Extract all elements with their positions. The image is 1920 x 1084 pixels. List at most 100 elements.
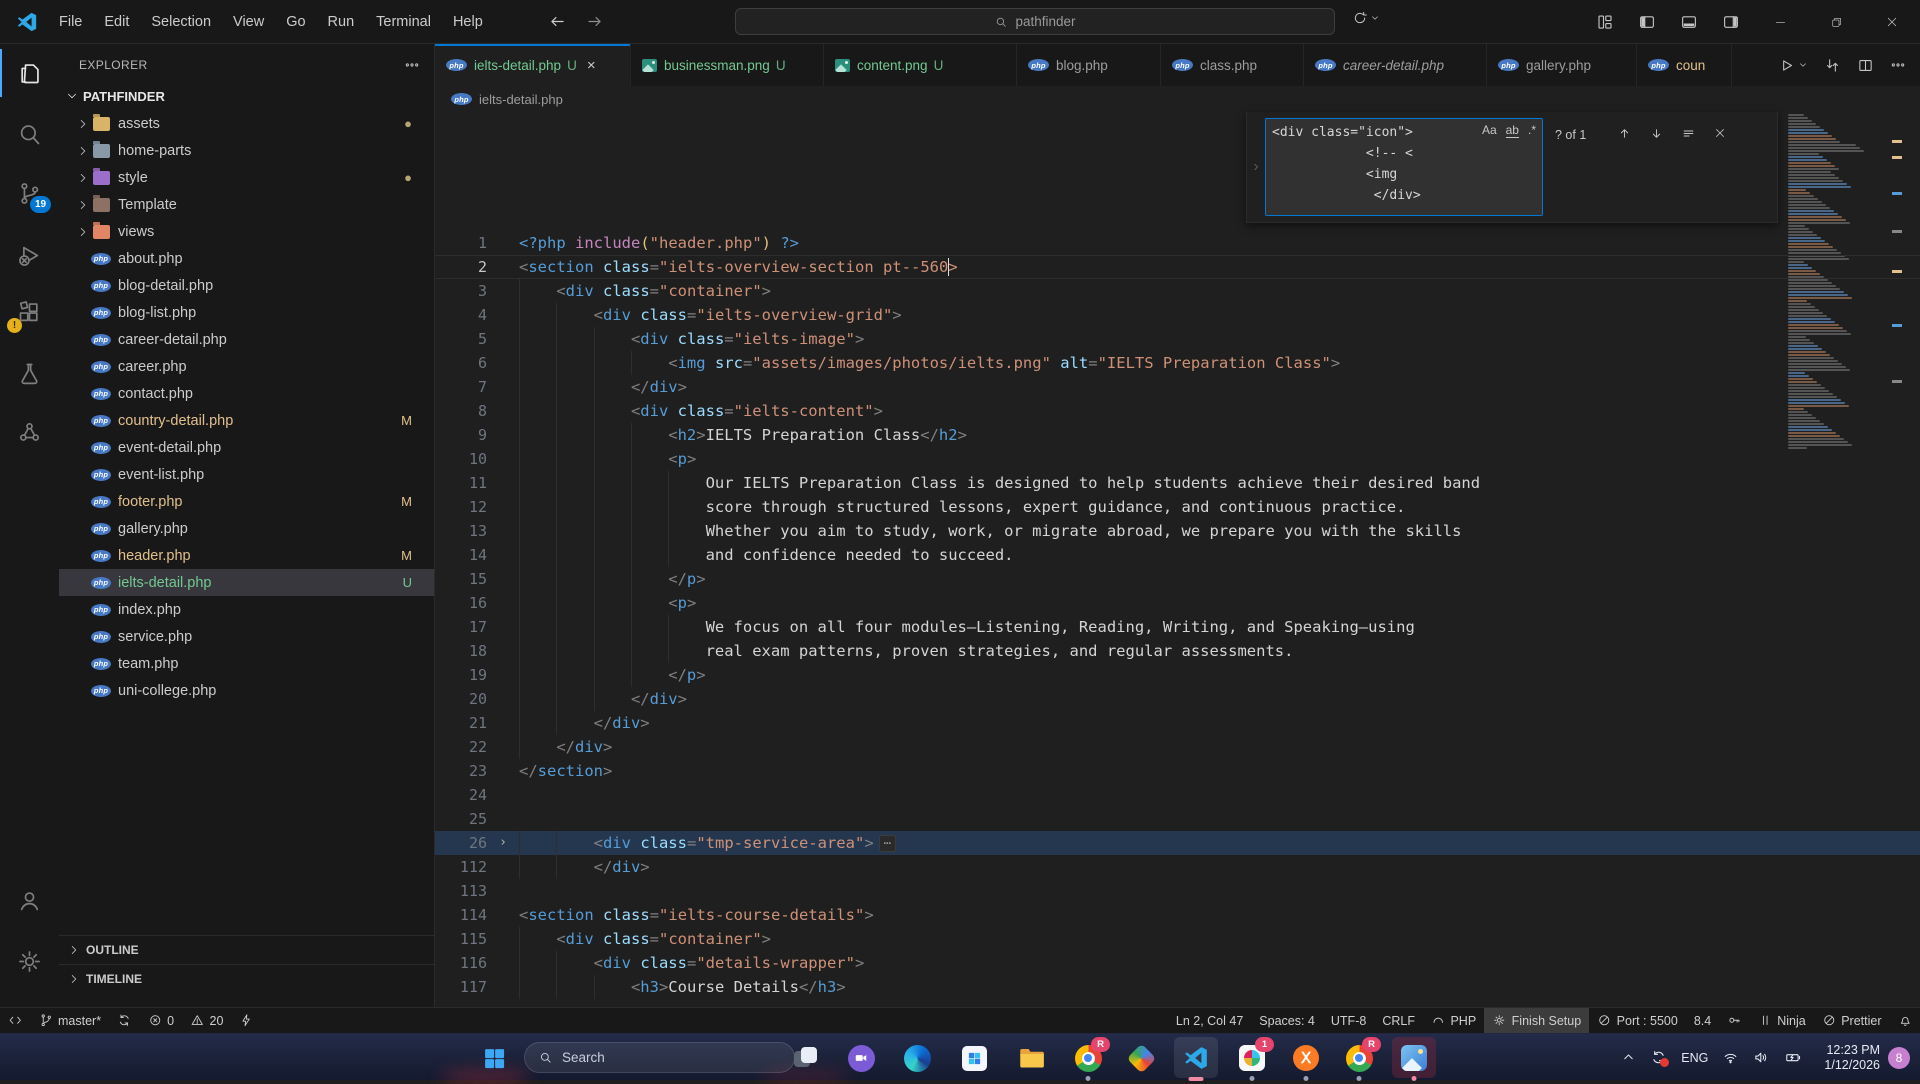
tray-chevron-up-icon[interactable] [1621,1050,1636,1065]
tree-item-index.php[interactable]: phpindex.php [59,596,434,623]
activity-references[interactable] [0,408,59,456]
menu-help[interactable]: Help [442,8,494,36]
tree-item-Template[interactable]: Template [59,191,434,218]
battery-icon[interactable] [1784,1049,1803,1066]
status-finish-setup[interactable]: Finish Setup [1484,1008,1589,1033]
taskbar-app-slack[interactable]: 1 [1235,1041,1269,1075]
status-bell[interactable] [1890,1008,1920,1033]
volume-icon[interactable] [1753,1049,1770,1066]
status-php[interactable]: PHP [1423,1008,1484,1033]
tree-item-footer.php[interactable]: phpfooter.phpM [59,488,434,515]
toggle-secondary-sidebar-icon[interactable] [1722,13,1740,31]
section-outline[interactable]: OUTLINE [59,935,434,964]
tree-item-uni-college.php[interactable]: phpuni-college.php [59,677,434,704]
activity-source-control[interactable]: 19 [0,169,59,217]
tree-item-team.php[interactable]: phpteam.php [59,650,434,677]
wifi-icon[interactable] [1722,1049,1739,1066]
open-changes-icon[interactable] [1824,57,1841,74]
next-match-icon[interactable] [1649,126,1664,141]
tree-item-service.php[interactable]: phpservice.php [59,623,434,650]
tree-item-country-detail.php[interactable]: phpcountry-detail.phpM [59,407,434,434]
tree-item-career-detail.php[interactable]: phpcareer-detail.php [59,326,434,353]
activity-extensions[interactable]: ! [0,288,59,336]
status-remote[interactable] [0,1008,31,1033]
activity-account[interactable] [0,876,59,924]
toggle-sidebar-icon[interactable] [1638,13,1656,31]
start-button[interactable] [477,1041,511,1075]
tree-item-style[interactable]: style● [59,164,434,191]
tree-item-blog-list.php[interactable]: phpblog-list.php [59,299,434,326]
regex-icon[interactable]: .* [1528,123,1536,138]
taskbar-app-ai-diamond[interactable] [1124,1041,1158,1075]
menu-file[interactable]: File [48,8,93,36]
tree-item-views[interactable]: views [59,218,434,245]
toggle-replace-chevron-icon[interactable] [1247,112,1265,222]
tree-item-assets[interactable]: assets● [59,110,434,137]
tree-item-career.php[interactable]: phpcareer.php [59,353,434,380]
taskbar-app-task-view[interactable] [789,1041,823,1075]
code-editor[interactable]: 1 <?php include("header.php") ?> 2 <sect… [435,112,1920,1007]
taskbar-app-xampp[interactable]: ꓫ [1289,1041,1323,1075]
status-master-[interactable]: master* [31,1008,110,1033]
clock[interactable]: 12:23 PM 1/12/2026 [1824,1043,1880,1073]
explorer-more-actions-icon[interactable] [404,57,420,73]
sync-button[interactable] [1352,10,1380,26]
status-0[interactable]: 0 [140,1008,182,1033]
taskbar-app-photos[interactable] [1397,1041,1431,1075]
status-spaces-4[interactable]: Spaces: 4 [1251,1008,1323,1033]
status-prettier[interactable]: Prettier [1814,1008,1890,1033]
menu-selection[interactable]: Selection [140,8,222,36]
run-dropdown-chevron-icon[interactable] [1798,60,1808,70]
run-code-icon[interactable] [1778,57,1795,74]
tab-blog.php[interactable]: phpblog.php [1017,44,1161,86]
breadcrumb[interactable]: php ielts-detail.php [435,86,1920,112]
status-ln-2-col-47[interactable]: Ln 2, Col 47 [1168,1008,1251,1033]
restore-button[interactable] [1808,0,1864,44]
project-root-row[interactable]: PATHFINDER [59,82,434,110]
previous-match-icon[interactable] [1617,126,1632,141]
menu-view[interactable]: View [222,8,275,36]
activity-run-debug[interactable] [0,231,59,279]
split-editor-icon[interactable] [1857,57,1874,74]
taskbar-app-edge[interactable] [900,1041,934,1075]
tree-item-home-parts[interactable]: home-parts [59,137,434,164]
tab-coun[interactable]: phpcoun [1637,44,1732,86]
onedrive-sync-icon[interactable] [1650,1049,1667,1066]
activity-search[interactable] [0,110,59,158]
tab-class.php[interactable]: phpclass.php [1161,44,1304,86]
tree-item-gallery.php[interactable]: phpgallery.php [59,515,434,542]
taskbar-app-chrome[interactable]: R [1071,1041,1105,1075]
tree-item-contact.php[interactable]: phpcontact.php [59,380,434,407]
language-indicator[interactable]: ENG [1681,1051,1708,1065]
taskbar-app-chat[interactable] [844,1041,878,1075]
taskbar-app-store[interactable] [957,1041,991,1075]
status-port-5500[interactable]: Port : 5500 [1589,1008,1686,1033]
customize-layout-icon[interactable] [1596,13,1614,31]
menu-terminal[interactable]: Terminal [365,8,442,36]
more-actions-icon[interactable] [1890,57,1906,73]
status-utf-8[interactable]: UTF-8 [1323,1008,1374,1033]
taskbar-search[interactable]: Search [524,1042,795,1073]
menu-edit[interactable]: Edit [93,8,140,36]
status-bolt[interactable] [231,1008,262,1033]
activity-explorer[interactable] [0,49,59,97]
activity-settings[interactable] [0,937,59,985]
taskbar-app-chrome-2[interactable]: R [1342,1041,1376,1075]
status-8-4[interactable]: 8.4 [1686,1008,1719,1033]
whole-word-icon[interactable]: ab [1506,123,1519,138]
close-window-button[interactable] [1864,0,1920,44]
menu-go[interactable]: Go [275,8,316,36]
find-in-selection-icon[interactable] [1681,126,1696,141]
close-find-icon[interactable] [1713,126,1727,140]
toggle-panel-icon[interactable] [1680,13,1698,31]
status-crlf[interactable]: CRLF [1374,1008,1423,1033]
status-sync[interactable] [109,1008,140,1033]
tree-item-ielts-detail.php[interactable]: phpielts-detail.phpU [59,569,434,596]
nav-back-icon[interactable] [548,12,567,31]
tab-ielts-detail.php[interactable]: phpielts-detail.php U × [435,44,631,86]
status-20[interactable]: 20 [182,1008,231,1033]
close-tab-icon[interactable]: × [587,57,596,74]
menu-run[interactable]: Run [317,8,366,36]
minimize-button[interactable] [1752,0,1808,44]
section-timeline[interactable]: TIMELINE [59,964,434,993]
